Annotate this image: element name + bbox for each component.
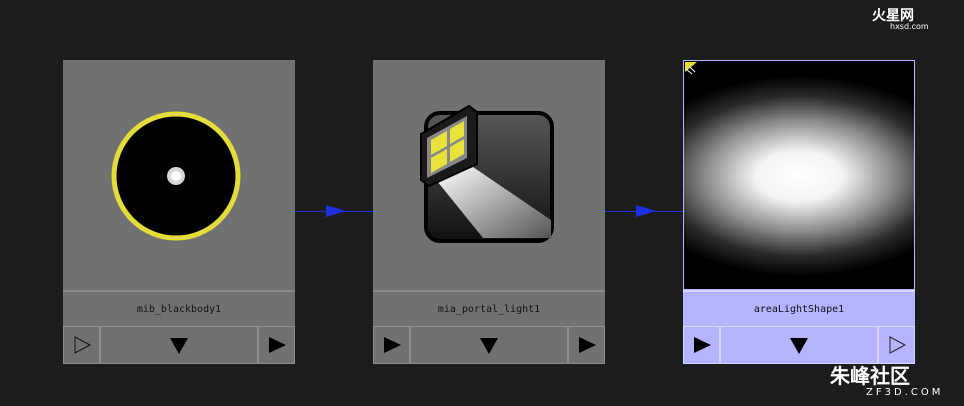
output-port-button[interactable] [568,326,605,364]
node-controls [63,326,295,364]
node-swatch[interactable] [373,60,605,290]
node-swatch[interactable] [629,59,964,291]
watermark-hxsd: 火星网 hxsd.com [872,5,929,31]
watermark-zf3d: 朱峰社区 ZF3D.COM [830,360,943,398]
triangle-down-icon [790,338,808,354]
input-port-button[interactable] [373,326,410,364]
play-filled-icon [268,337,286,353]
triangle-down-icon [480,338,498,354]
play-filled-icon [383,337,401,353]
node-label: mib_blackbody1 [63,290,295,326]
output-port-button[interactable] [878,326,915,364]
node-controls [683,326,915,364]
node-label: mia_portal_light1 [373,290,605,326]
node-label: areaLightShape1 [683,290,915,326]
portal-light-icon [420,104,554,243]
node-area-light-shape[interactable]: areaLightShape1 [629,59,964,364]
play-outline-icon [74,336,91,354]
area-light-preview [629,59,964,291]
watermark-logo-text: 朱峰社区 [830,364,910,388]
blackbody-icon [111,111,241,241]
play-filled-icon [578,337,596,353]
triangle-down-icon [170,338,188,354]
play-outline-icon [889,336,906,354]
expand-button[interactable] [100,326,258,364]
watermark-site-text: ZF3D.COM [866,387,944,398]
input-port-button[interactable] [683,326,720,364]
expand-button[interactable] [720,326,878,364]
expand-button[interactable] [410,326,568,364]
input-port-button[interactable] [63,326,100,364]
connection-arrow-1 [326,205,346,217]
connection-arrow-2 [636,205,656,217]
output-port-button[interactable] [258,326,295,364]
node-mia-portal-light[interactable]: mia_portal_light1 [373,60,605,364]
node-controls [373,326,605,364]
watermark-site-text: hxsd.com [890,22,929,31]
node-swatch[interactable] [63,60,295,290]
node-mib-blackbody[interactable]: mib_blackbody1 [63,60,295,364]
play-filled-icon [693,337,711,353]
